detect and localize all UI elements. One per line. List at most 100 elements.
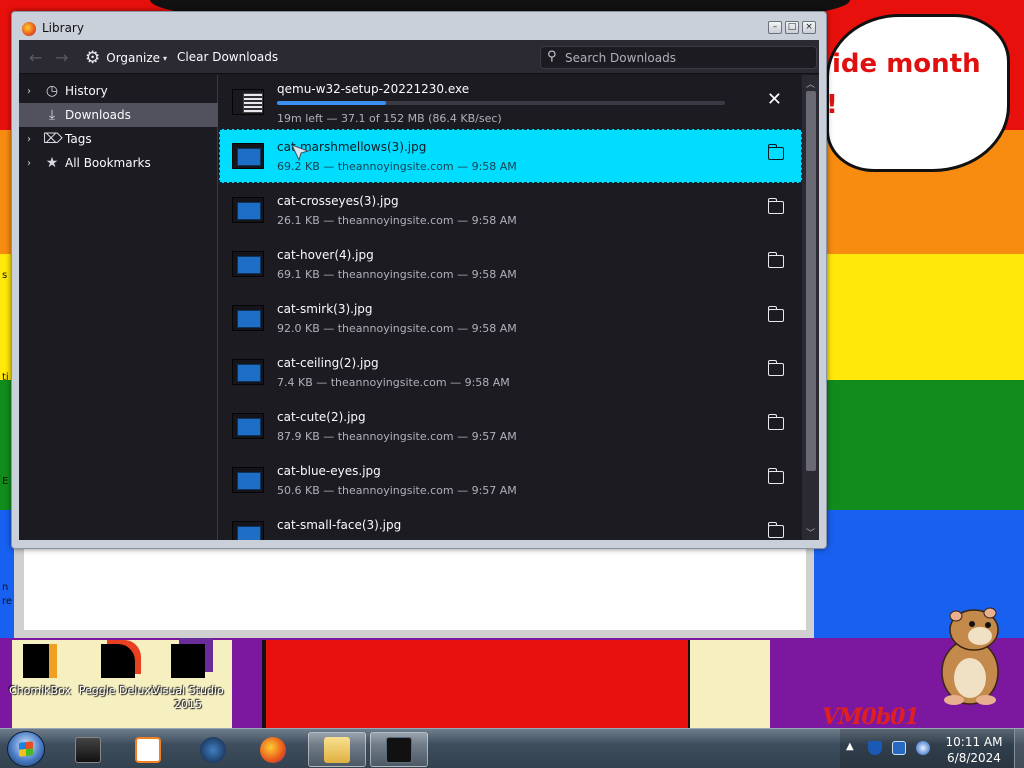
gear-icon: ⚙	[85, 48, 101, 68]
download-row[interactable]: cat-cute(2).jpg 87.9 KB — theannoyingsit…	[219, 399, 802, 453]
speech-text: ide month	[832, 49, 981, 79]
folder-icon	[324, 736, 350, 763]
folder-icon[interactable]	[767, 414, 784, 430]
show-desktop-button[interactable]	[1014, 729, 1024, 768]
clock[interactable]: 10:11 AM 6/8/2024	[934, 734, 1014, 766]
desktop-icon-visual-studio[interactable]: Visual Studio 2015	[146, 644, 230, 712]
chevron-right-icon[interactable]: ›	[27, 134, 39, 145]
image-file-icon	[232, 197, 264, 223]
shield-icon[interactable]	[868, 741, 882, 755]
wallpaper-doodle-red	[262, 640, 692, 728]
sidebar-item-history[interactable]: › ◷ History	[19, 79, 218, 103]
folder-icon[interactable]	[767, 252, 784, 268]
chevron-up-icon[interactable]: ︿	[806, 77, 815, 90]
downloads-scrollbar[interactable]: ︿ ﹀	[802, 75, 819, 540]
terminal-icon	[386, 736, 412, 763]
sidebar-item-tags[interactable]: › ⌦ Tags	[19, 127, 218, 151]
image-file-icon	[232, 305, 264, 331]
media-player-icon	[135, 736, 161, 763]
clock-date: 6/8/2024	[947, 751, 1001, 765]
download-row[interactable]: cat-ceiling(2).jpg 7.4 KB — theannoyings…	[219, 345, 802, 399]
desktop-icon-label: Visual Studio 2015	[152, 684, 224, 711]
volume-icon[interactable]	[916, 741, 930, 755]
sidebar-item-label: Tags	[65, 132, 92, 146]
peggle-icon	[101, 644, 135, 678]
chomikbox-icon	[23, 644, 57, 678]
download-row-active[interactable]: qemu-w32-setup-20221230.exe 19m left — 3…	[219, 75, 802, 129]
desktop-icon-label: ChomikBox	[9, 684, 71, 697]
edge-text: E	[2, 476, 9, 487]
title-bar[interactable]: Library – □ ×	[12, 12, 826, 40]
chevron-down-icon: ▾	[163, 53, 168, 63]
search-input[interactable]	[565, 49, 805, 66]
close-button[interactable]: ×	[802, 21, 816, 34]
download-meta: 87.9 KB — theannoyingsite.com — 9:57 AM	[277, 430, 517, 443]
taskbar-item-explorer[interactable]	[308, 732, 366, 767]
folder-icon[interactable]	[767, 468, 784, 484]
sidebar-item-label: Downloads	[65, 108, 131, 122]
search-box[interactable]: ⚲	[540, 46, 817, 69]
maximize-button[interactable]: □	[785, 21, 799, 34]
taskbar-item-app[interactable]	[184, 732, 242, 767]
library-toolbar: ← → ⚙ Organize ▾ Clear Downloads ⚲	[19, 40, 819, 74]
download-meta: 50.6 KB — theannoyingsite.com — 9:57 AM	[277, 484, 517, 497]
tag-icon: ⌦	[43, 131, 63, 147]
clear-downloads-button[interactable]: Clear Downloads	[177, 50, 278, 64]
chevron-right-icon[interactable]: ›	[27, 158, 39, 169]
clock-time: 10:11 AM	[945, 735, 1003, 749]
download-meta: 26.1 KB — theannoyingsite.com — 9:58 AM	[277, 214, 517, 227]
download-meta: 69.1 KB — theannoyingsite.com — 9:58 AM	[277, 268, 517, 281]
download-row[interactable]: cat-crosseyes(3).jpg 26.1 KB — theannoyi…	[219, 183, 802, 237]
download-filename: cat-cute(2).jpg	[277, 410, 366, 424]
organize-button[interactable]: ⚙ Organize ▾	[85, 48, 168, 68]
tray-expand-icon[interactable]: ▲	[846, 741, 854, 752]
taskbar-item-cmd[interactable]	[59, 732, 117, 767]
library-content: ← → ⚙ Organize ▾ Clear Downloads ⚲ › ◷ H…	[19, 40, 819, 540]
download-filename: qemu-w32-setup-20221230.exe	[277, 82, 470, 96]
forward-arrow-icon[interactable]: →	[55, 48, 68, 67]
sidebar-item-all-bookmarks[interactable]: › ★ All Bookmarks	[19, 151, 218, 175]
folder-icon[interactable]	[767, 198, 784, 214]
visual-studio-icon	[171, 644, 205, 678]
hamster-icon	[941, 607, 999, 705]
download-row[interactable]: cat-smirk(3).jpg 92.0 KB — theannoyingsi…	[219, 291, 802, 345]
speech-bubble	[826, 14, 1010, 172]
folder-icon[interactable]	[767, 522, 784, 538]
download-status: 19m left — 37.1 of 152 MB (86.4 KB/sec)	[277, 112, 502, 125]
download-progress-bar	[277, 101, 725, 105]
download-row[interactable]: cat-hover(4).jpg 69.1 KB — theannoyingsi…	[219, 237, 802, 291]
star-icon: ★	[45, 155, 59, 171]
chevron-right-icon[interactable]: ›	[27, 86, 39, 97]
image-file-icon	[232, 143, 264, 169]
back-arrow-icon[interactable]: ←	[29, 48, 42, 67]
download-filename: cat-ceiling(2).jpg	[277, 356, 379, 370]
image-file-icon	[232, 413, 264, 439]
minimize-button[interactable]: –	[768, 21, 782, 34]
cancel-download-icon[interactable]: ✕	[767, 91, 782, 109]
folder-icon[interactable]	[767, 144, 784, 160]
taskbar-item-media-player[interactable]	[119, 732, 177, 767]
start-button[interactable]	[7, 731, 45, 767]
speech-text-2: !	[826, 90, 838, 120]
taskbar-item-firefox[interactable]	[244, 732, 302, 767]
chevron-down-icon[interactable]: ﹀	[806, 526, 815, 539]
window-title: Library	[42, 21, 84, 35]
file-icon	[232, 89, 264, 115]
desktop-icon-chomikbox[interactable]: ChomikBox	[0, 644, 80, 698]
terminal-icon	[75, 736, 101, 763]
download-filename: cat-blue-eyes.jpg	[277, 464, 381, 478]
folder-icon[interactable]	[767, 360, 784, 376]
folder-icon[interactable]	[767, 306, 784, 322]
firefox-icon	[260, 736, 286, 763]
download-meta: 92.0 KB — theannoyingsite.com — 9:58 AM	[277, 322, 517, 335]
taskbar-item-library[interactable]	[370, 732, 428, 767]
network-icon[interactable]	[892, 741, 906, 755]
background-window-content	[24, 546, 806, 630]
download-row[interactable]: cat-blue-eyes.jpg 50.6 KB — theannoyings…	[219, 453, 802, 507]
image-file-icon	[232, 251, 264, 277]
download-row[interactable]: cat-small-face(3).jpg	[219, 507, 802, 540]
edge-text: ti	[2, 372, 9, 383]
mouse-cursor-icon	[291, 144, 310, 162]
scrollbar-thumb[interactable]	[806, 91, 816, 471]
sidebar-item-downloads[interactable]: ⤓ Downloads	[19, 103, 218, 127]
